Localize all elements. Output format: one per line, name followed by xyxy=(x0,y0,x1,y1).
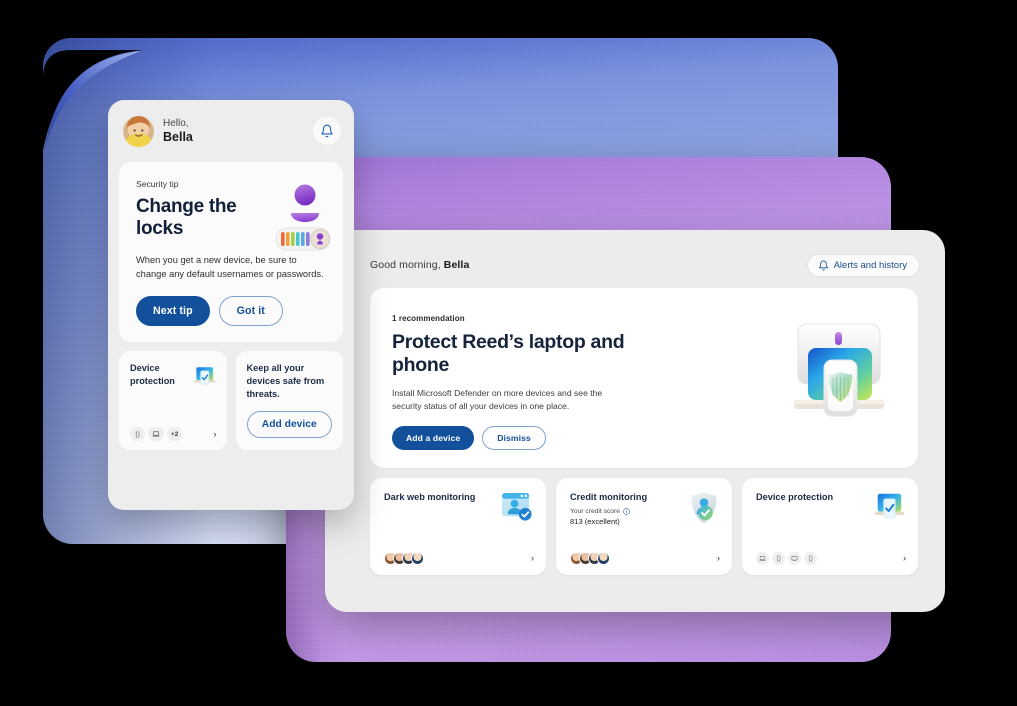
notifications-button[interactable] xyxy=(313,117,341,145)
device-chip-phone xyxy=(772,552,785,565)
chevron-right-icon[interactable]: › xyxy=(903,554,906,563)
desktop-content: 1 recommendation Protect Reed’s laptop a… xyxy=(325,278,945,575)
user-avatar-image xyxy=(123,115,154,147)
bell-icon xyxy=(321,124,333,138)
device-chip-desktop xyxy=(788,552,801,565)
chevron-right-icon[interactable]: › xyxy=(717,554,720,563)
feature-header: Dark web monitoring xyxy=(384,491,533,522)
phone-icon xyxy=(135,431,140,438)
feature-header: Device protection xyxy=(756,491,905,521)
chevron-right-icon[interactable]: › xyxy=(214,429,217,439)
greeting-user-name: Bella xyxy=(163,129,193,144)
security-tip-title: Change the locks xyxy=(136,196,237,240)
desktop-greeting: Good morning, Bella xyxy=(370,259,469,271)
mobile-tile-device-protection[interactable]: Device protection +2 › xyxy=(119,351,227,451)
feature-title: Device protection xyxy=(756,492,834,502)
mobile-header: Hello, Bella xyxy=(119,100,343,162)
device-protection-illustration xyxy=(194,367,215,386)
next-tip-button[interactable]: Next tip xyxy=(136,296,210,327)
device-chip-more: +2 xyxy=(167,427,183,442)
feature-footer: › xyxy=(384,552,534,565)
alerts-and-history-button[interactable]: Alerts and history xyxy=(806,253,920,277)
feature-card-row: Dark web monitoring › Credit monitoring … xyxy=(370,478,918,575)
mobile-tile-text: Keep all your devices safe from threats. xyxy=(246,363,325,399)
devices-shield-illustration xyxy=(794,323,884,417)
avatar xyxy=(597,552,610,565)
mobile-tile-header: Device protection xyxy=(130,362,216,390)
recommendation-card: 1 recommendation Protect Reed’s laptop a… xyxy=(370,288,918,468)
recommendation-subtitle: Install Microsoft Defender on more devic… xyxy=(392,387,603,411)
credit-monitoring-shield-icon xyxy=(691,491,717,524)
dismiss-button[interactable]: Dismiss xyxy=(482,426,546,451)
device-chip-phone-2 xyxy=(804,552,817,565)
device-chip-laptop xyxy=(148,427,164,442)
device-chip-list xyxy=(756,552,817,565)
bell-icon xyxy=(818,260,828,270)
security-tip-actions: Next tip Got it xyxy=(136,296,326,327)
feature-card-device-protection[interactable]: Device protection › xyxy=(742,478,918,575)
feature-text-block: Credit monitoring Your credit score 813 … xyxy=(570,491,647,526)
greeting-user-name: Bella xyxy=(443,259,470,271)
device-chip-laptop xyxy=(756,552,769,565)
add-a-device-button[interactable]: Add a device xyxy=(392,426,475,451)
greeting-prefix: Good morning, xyxy=(370,259,444,271)
device-chip-list: +2 xyxy=(130,427,183,442)
chevron-right-icon[interactable]: › xyxy=(531,554,534,563)
add-device-button[interactable]: Add device xyxy=(246,411,332,439)
phone-icon xyxy=(808,555,813,562)
feature-card-dark-web-monitoring[interactable]: Dark web monitoring › xyxy=(370,478,546,575)
feature-title: Credit monitoring xyxy=(570,492,648,502)
credit-score-value: 813 (excellent) xyxy=(570,517,620,527)
avatar xyxy=(411,552,424,565)
device-chip-phone xyxy=(130,427,145,442)
mobile-tile-title: Device protection xyxy=(130,363,175,386)
feature-footer: › xyxy=(756,552,906,565)
credit-score-label: Your credit score xyxy=(570,508,620,516)
mobile-tile-footer: +2 › xyxy=(130,427,217,442)
mobile-tile-add-device: Keep all your devices safe from threats.… xyxy=(235,351,343,451)
feature-title: Dark web monitoring xyxy=(384,492,476,502)
got-it-button[interactable]: Got it xyxy=(218,296,283,327)
feature-card-credit-monitoring[interactable]: Credit monitoring Your credit score 813 … xyxy=(556,478,732,575)
feature-header: Credit monitoring Your credit score 813 … xyxy=(570,491,719,526)
identity-lock-illustration xyxy=(275,184,331,251)
mobile-app-window: Hello, Bella Security tip Change the loc… xyxy=(108,100,354,510)
laptop-icon xyxy=(759,556,766,561)
desktop-topbar: Good morning, Bella Alerts and history xyxy=(325,230,945,278)
credit-score-label-row: Your credit score xyxy=(570,508,647,515)
device-protection-icon xyxy=(874,493,905,519)
security-tip-card: Security tip Change the locks When you g… xyxy=(119,162,343,343)
avatar-stack xyxy=(570,552,610,565)
avatar[interactable] xyxy=(123,115,154,147)
mobile-greeting: Hello, Bella xyxy=(163,118,304,145)
feature-footer: › xyxy=(570,552,720,565)
phone-icon xyxy=(776,555,781,562)
dark-web-monitoring-icon xyxy=(501,492,532,521)
mobile-tile-row: Device protection +2 › Keep all your dev… xyxy=(119,351,343,451)
info-icon[interactable] xyxy=(623,508,630,516)
desktop-icon xyxy=(791,556,798,561)
screenshot-stage: Good morning, Bella Alerts and history 1… xyxy=(0,0,1017,706)
alerts-and-history-label: Alerts and history xyxy=(833,259,907,271)
desktop-app-window: Good morning, Bella Alerts and history 1… xyxy=(325,230,945,612)
recommendation-title: Protect Reed’s laptop and phone xyxy=(392,331,625,376)
avatar-stack xyxy=(384,552,424,565)
laptop-icon xyxy=(152,431,160,437)
greeting-small: Hello, xyxy=(163,117,189,129)
security-tip-body: When you get a new device, be sure to ch… xyxy=(136,255,324,280)
